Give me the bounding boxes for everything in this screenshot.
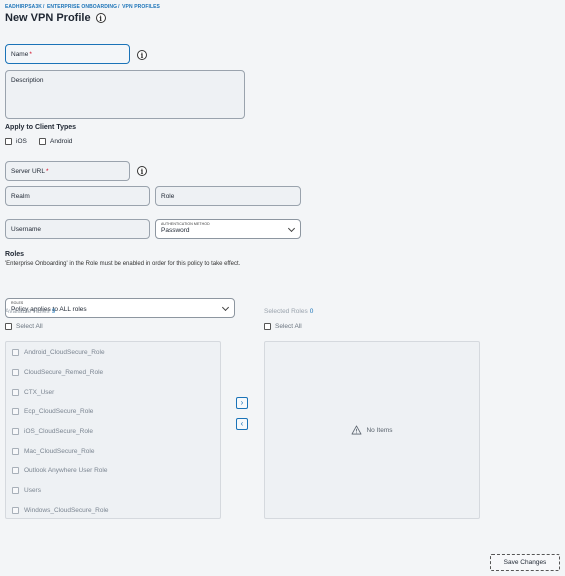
server-url-field[interactable]: Server URL * (5, 161, 130, 181)
selected-select-all[interactable]: Select All (264, 323, 302, 330)
android-label: Android (50, 138, 73, 145)
info-icon[interactable]: i (95, 13, 106, 23)
empty-state: No Items (351, 425, 393, 435)
page-title: New VPN Profile i (5, 12, 106, 24)
client-type-android[interactable]: Android (39, 138, 72, 145)
role-label: Outlook Anywhere User Role (24, 467, 108, 475)
breadcrumb-item-enterprise-onboarding[interactable]: ENTERPRISE ONBOARDING (47, 4, 117, 10)
breadcrumb: EADHIRPSA3K/ ENTERPRISE ONBOARDING/ VPN … (5, 4, 160, 10)
list-item[interactable]: Android_CloudSecure_Role (6, 343, 220, 363)
role-checkbox[interactable] (12, 506, 19, 514)
name-field-label: Name (11, 50, 29, 58)
role-label: Mac_CloudSecure_Role (24, 447, 95, 455)
move-right-button[interactable]: › (236, 397, 248, 409)
list-item[interactable]: Windows_CloudSecure_Role (6, 501, 220, 521)
role-label: Ecp_CloudSecure_Role (24, 408, 94, 416)
available-select-all[interactable]: Select All (5, 323, 43, 330)
role-label: Windows_CloudSecure_Role (24, 506, 109, 514)
available-roles-list[interactable]: Android_CloudSecure_Role CloudSecure_Rem… (5, 341, 221, 519)
list-item[interactable]: Outlook Anywhere User Role (6, 461, 220, 481)
role-checkbox[interactable] (12, 408, 19, 416)
available-select-all-checkbox[interactable] (5, 323, 12, 330)
selected-roles-count: 0 (309, 308, 314, 315)
username-field[interactable]: Username (5, 219, 150, 239)
server-url-info-icon[interactable]: i (137, 166, 147, 176)
selected-select-all-label: Select All (275, 323, 302, 330)
role-checkbox[interactable] (12, 388, 19, 396)
available-roles-title: Available Roles (5, 308, 50, 315)
role-checkbox[interactable] (12, 447, 19, 455)
breadcrumb-item-vpn-profiles[interactable]: VPN PROFILES (122, 4, 160, 10)
list-item[interactable]: CTX_User (6, 382, 220, 402)
description-field[interactable]: Description (5, 70, 245, 119)
server-url-label: Server URL (11, 167, 45, 175)
realm-field[interactable]: Realm (5, 186, 150, 206)
list-item[interactable]: Mac_CloudSecure_Role (6, 441, 220, 461)
role-checkbox[interactable] (12, 467, 19, 475)
empty-state-text: No Items (366, 426, 393, 434)
roles-select-caption: ROLES (11, 301, 24, 305)
required-marker: * (29, 50, 32, 58)
auth-method-caption: AUTHENTICATION METHOD (161, 222, 210, 226)
authentication-method-select[interactable]: AUTHENTICATION METHOD Password (155, 219, 301, 239)
move-left-button[interactable]: ‹ (236, 418, 248, 430)
client-types-label: Apply to Client Types (5, 124, 77, 131)
required-marker: * (45, 167, 49, 175)
role-label: Android_CloudSecure_Role (24, 349, 105, 357)
roles-note: 'Enterprise Onboarding' in the Role must… (5, 261, 241, 267)
warning-icon (352, 425, 362, 435)
role-label: CTX_User (24, 388, 55, 396)
role-checkbox[interactable] (12, 487, 19, 495)
roles-heading: Roles (5, 251, 25, 258)
name-field[interactable]: Name * (5, 44, 130, 64)
role-label: iOS_CloudSecure_Role (24, 428, 94, 436)
selected-roles-list[interactable]: No Items (264, 341, 480, 519)
chevron-left-icon: ‹ (240, 419, 244, 428)
username-label: Username (11, 225, 41, 233)
role-checkbox[interactable] (12, 349, 19, 357)
role-label: Users (24, 487, 41, 495)
role-field[interactable]: Role (155, 186, 301, 206)
page-title-text: New VPN Profile (5, 12, 91, 24)
role-checkbox[interactable] (12, 428, 19, 436)
breadcrumb-item-tenant[interactable]: EADHIRPSA3K (5, 4, 42, 10)
selected-roles-label: Selected Roles 0 (264, 308, 313, 315)
list-item[interactable]: Users (6, 481, 220, 501)
role-label: CloudSecure_Remed_Role (24, 369, 104, 377)
auth-method-value: Password (161, 227, 190, 234)
ios-label: iOS (16, 138, 27, 145)
save-changes-button[interactable]: Save Changes (490, 554, 560, 571)
selected-select-all-checkbox[interactable] (264, 323, 271, 330)
realm-label: Realm (11, 192, 30, 200)
selected-roles-title: Selected Roles (264, 308, 308, 315)
list-item[interactable]: iOS_CloudSecure_Role (6, 422, 220, 442)
save-changes-label: Save Changes (503, 559, 547, 566)
available-roles-count: 9 (51, 308, 56, 315)
available-roles-label: Available Roles 9 (5, 308, 55, 315)
available-select-all-label: Select All (16, 323, 43, 330)
chevron-right-icon: › (240, 398, 244, 407)
android-checkbox[interactable] (39, 138, 46, 145)
client-type-ios[interactable]: iOS (5, 138, 27, 145)
role-label: Role (161, 192, 175, 200)
list-item[interactable]: Ecp_CloudSecure_Role (6, 402, 220, 422)
list-item[interactable]: CloudSecure_Remed_Role (6, 363, 220, 383)
role-checkbox[interactable] (12, 369, 19, 377)
name-info-icon[interactable]: i (137, 50, 147, 60)
ios-checkbox[interactable] (5, 138, 12, 145)
description-field-label: Description (11, 77, 44, 84)
